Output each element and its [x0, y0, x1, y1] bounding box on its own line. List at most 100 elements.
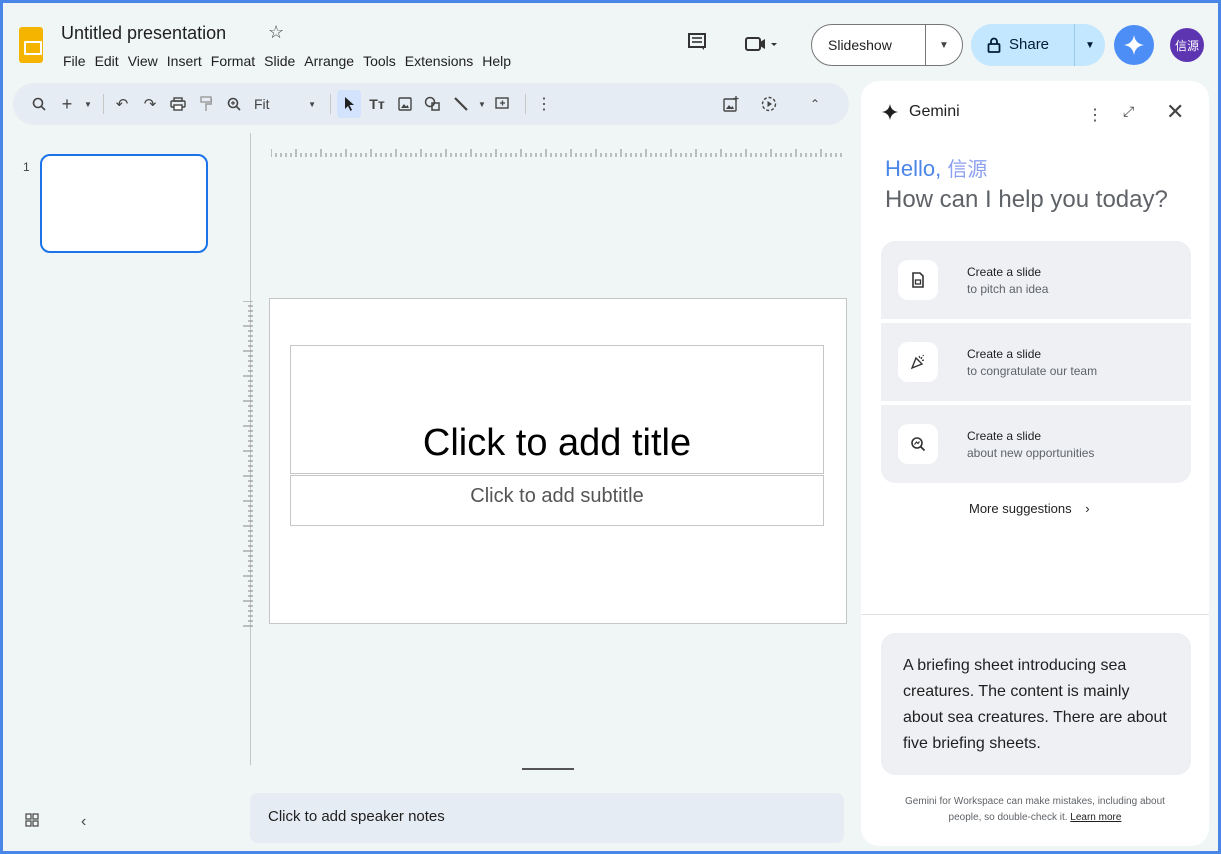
slide-number: 1 [23, 160, 30, 174]
more-suggestions-label: More suggestions [969, 501, 1072, 516]
undo-icon[interactable]: ↶ [110, 90, 134, 118]
menu-bar: File Edit View Insert Format Slide Arran… [63, 53, 520, 69]
lock-icon [987, 37, 1001, 53]
gemini-sparkle-icon [1124, 35, 1144, 55]
disclaimer: Gemini for Workspace can make mistakes, … [901, 794, 1169, 826]
zoom-select[interactable]: Fit ▼ [250, 90, 320, 118]
zoom-icon[interactable] [222, 90, 246, 118]
suggestion-opportunities[interactable]: Create a slide about new opportunities [881, 405, 1191, 483]
comment-icon[interactable] [687, 33, 707, 51]
suggestion-subtitle: to congratulate our team [967, 363, 1098, 378]
new-slide-icon[interactable]: + [55, 90, 79, 118]
slideshow-dropdown-icon[interactable]: ▼ [926, 40, 962, 51]
suggestion-pitch[interactable]: Create a slide to pitch an idea [881, 241, 1191, 319]
menu-slide[interactable]: Slide [264, 53, 304, 69]
subtitle-placeholder[interactable]: Click to add subtitle [290, 475, 824, 526]
text-box-icon[interactable]: Tт [365, 90, 389, 118]
gemini-header: Gemini [881, 103, 960, 121]
print-icon[interactable] [166, 90, 190, 118]
horizontal-ruler [271, 149, 842, 157]
menu-edit[interactable]: Edit [95, 53, 128, 69]
toolbar-divider [525, 94, 526, 114]
line-dropdown-icon[interactable]: ▼ [477, 90, 487, 118]
share-label: Share [1009, 36, 1050, 53]
collapse-filmstrip-icon[interactable]: ‹ [81, 813, 86, 831]
share-button[interactable]: Share ▼ [971, 24, 1105, 66]
menu-extensions[interactable]: Extensions [405, 53, 482, 69]
zoom-value: Fit [254, 96, 270, 112]
new-slide-dropdown-icon[interactable]: ▼ [83, 90, 93, 118]
close-icon[interactable]: ✕ [1166, 99, 1184, 125]
grid-view-icon[interactable] [25, 813, 39, 827]
zoom-dropdown-icon: ▼ [308, 99, 316, 109]
more-options-icon[interactable]: ⋮ [532, 90, 556, 118]
document-icon [898, 260, 938, 300]
panel-divider [861, 614, 1209, 615]
chevron-right-icon: › [1085, 501, 1090, 516]
search-menus-icon[interactable] [27, 90, 51, 118]
add-image-icon[interactable] [719, 90, 743, 118]
more-suggestions-link[interactable]: More suggestions › [969, 501, 1090, 516]
more-options-icon[interactable]: ⋮ [1087, 105, 1103, 125]
record-icon[interactable] [757, 90, 781, 118]
menu-view[interactable]: View [128, 53, 167, 69]
select-cursor-icon[interactable] [337, 90, 361, 118]
star-icon[interactable]: ☆ [268, 22, 284, 43]
slideshow-button[interactable]: Slideshow ▼ [811, 24, 963, 66]
subtitle-placeholder-text: Click to add subtitle [470, 485, 644, 507]
expand-icon[interactable]: ⤢ [1123, 103, 1134, 120]
toolbar-divider [103, 94, 104, 114]
suggestion-title: Create a slide [967, 428, 1042, 443]
menu-format[interactable]: Format [211, 53, 264, 69]
search-insights-icon [898, 424, 938, 464]
shape-icon[interactable] [421, 90, 445, 118]
title-placeholder[interactable]: Click to add title [290, 345, 824, 474]
suggestion-title: Create a slide [967, 346, 1042, 361]
notes-resize-handle[interactable] [522, 768, 574, 770]
suggestion-text: Create a slide to congratulate our team [967, 347, 1097, 378]
comment-add-icon[interactable] [491, 90, 515, 118]
share-dropdown-icon[interactable]: ▼ [1075, 40, 1105, 51]
redo-icon[interactable]: ↷ [138, 90, 162, 118]
suggestion-text: Create a slide about new opportunities [967, 429, 1094, 460]
suggestion-title: Create a slide [967, 264, 1042, 279]
learn-more-link[interactable]: Learn more [1070, 812, 1121, 823]
gemini-sparkle-icon [881, 103, 899, 121]
toolbar: + ▼ ↶ ↷ Fit ▼ Tт ▼ ⋮ ⌃ [13, 83, 849, 125]
suggestion-congratulate[interactable]: Create a slide to congratulate our team [881, 323, 1191, 401]
gemini-title: Gemini [909, 103, 960, 120]
disclaimer-text: Gemini for Workspace can make mistakes, … [905, 796, 1165, 823]
title-placeholder-text: Click to add title [422, 422, 692, 464]
share-label-wrap[interactable]: Share [971, 24, 1075, 66]
help-prompt: How can I help you today? [885, 186, 1168, 213]
greeting-user-name: 信源 [947, 157, 988, 181]
gemini-button[interactable] [1114, 25, 1154, 65]
document-title[interactable]: Untitled presentation [61, 23, 226, 44]
paint-format-icon[interactable] [194, 90, 218, 118]
insert-image-icon[interactable] [393, 90, 417, 118]
speaker-notes[interactable]: Click to add speaker notes [250, 793, 844, 843]
gemini-panel: Gemini ⋮ ⤢ ✕ Hello, 信源 How can I help yo… [861, 81, 1209, 846]
toolbar-divider [330, 94, 331, 114]
menu-tools[interactable]: Tools [363, 53, 405, 69]
greeting: Hello, 信源 [885, 153, 987, 182]
response-message: A briefing sheet introducing sea creatur… [881, 633, 1191, 775]
slides-logo-icon[interactable] [19, 27, 43, 63]
vertical-ruler [243, 301, 253, 627]
suggestion-subtitle: to pitch an idea [967, 281, 1049, 296]
menu-file[interactable]: File [63, 53, 95, 69]
app-frame: Untitled presentation ☆ File Edit View I… [3, 3, 1218, 851]
slide-thumbnail[interactable] [40, 154, 208, 253]
menu-help[interactable]: Help [482, 53, 520, 69]
greeting-hello: Hello, [885, 156, 942, 181]
video-call-icon[interactable] [744, 35, 778, 53]
menu-insert[interactable]: Insert [167, 53, 211, 69]
celebration-icon [898, 342, 938, 382]
suggestion-subtitle: about new opportunities [967, 445, 1095, 460]
line-icon[interactable] [449, 90, 473, 118]
slideshow-label[interactable]: Slideshow [812, 25, 926, 65]
suggestion-text: Create a slide to pitch an idea [967, 265, 1048, 296]
collapse-toolbar-icon[interactable]: ⌃ [803, 90, 827, 118]
avatar[interactable]: 信源 [1170, 28, 1204, 62]
menu-arrange[interactable]: Arrange [304, 53, 363, 69]
